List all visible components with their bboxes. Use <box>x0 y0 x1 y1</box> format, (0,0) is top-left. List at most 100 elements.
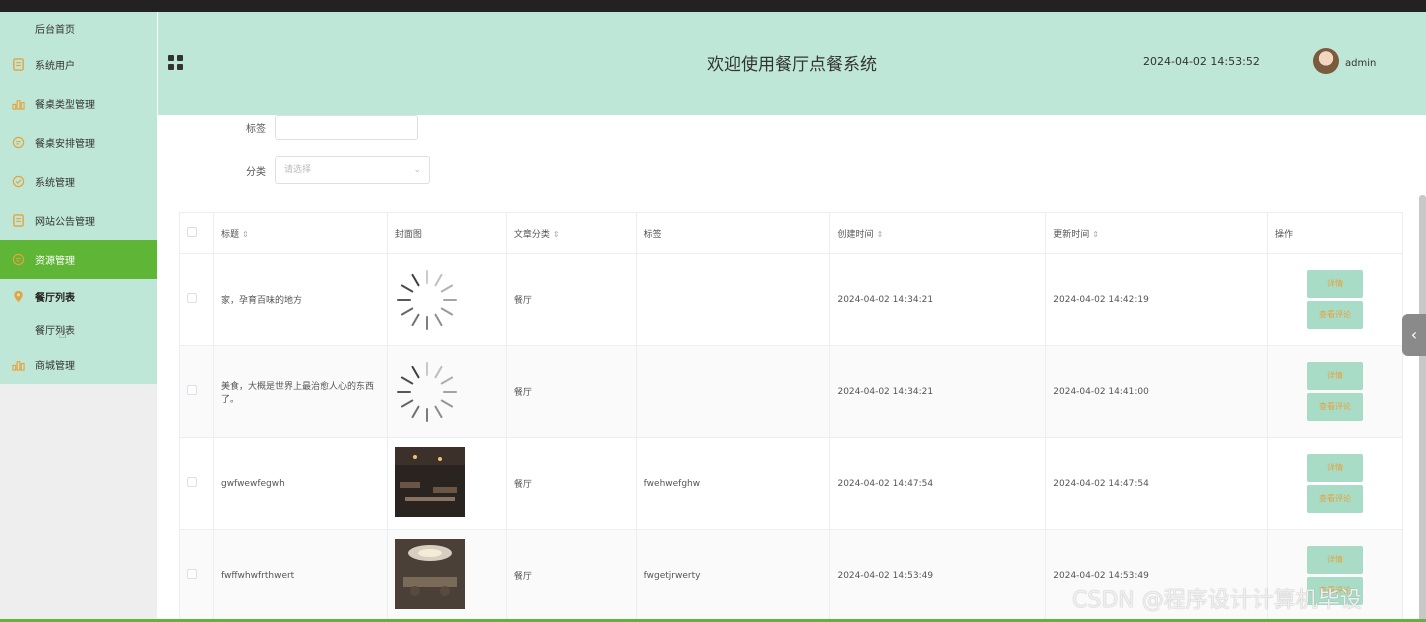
sidebar-item-table-types[interactable]: 餐桌类型管理 <box>0 84 157 123</box>
sidebar-item-label: 后台首页 <box>35 25 75 36</box>
col-header-tag: 标签 <box>635 212 831 254</box>
row-checkbox[interactable] <box>187 385 197 395</box>
cell-updated: 2024-04-02 14:41:00 <box>1045 345 1269 438</box>
loading-spinner-icon <box>395 268 459 332</box>
sidebar-item-label: 系统管理 <box>35 178 75 189</box>
sidebar-item-resources[interactable]: 资源管理 <box>0 240 157 279</box>
sidebar-item-label: 餐桌安排管理 <box>35 139 95 150</box>
cell-updated: 2024-04-02 14:42:19 <box>1045 253 1269 346</box>
cell-cover <box>386 529 507 622</box>
sidebar-item-label: 餐厅列表 <box>35 326 75 337</box>
detail-button[interactable]: 详情 <box>1307 362 1364 390</box>
sort-icon[interactable]: ⇕ <box>1092 230 1099 239</box>
col-header-updated[interactable]: 更新时间 ⇕ <box>1045 212 1269 254</box>
header: 欢迎使用餐厅点餐系统 2024-04-02 14:53:52 admin <box>158 12 1426 115</box>
select-all-checkbox[interactable] <box>187 226 197 237</box>
cover-image <box>394 539 465 609</box>
cell-category: 餐厅 <box>505 529 637 622</box>
sidebar-item-announcements[interactable]: 网站公告管理 <box>0 201 157 240</box>
chevron-down-icon: ⌄ <box>413 165 421 175</box>
row-checkbox[interactable] <box>187 569 197 579</box>
cell-tag <box>635 253 831 346</box>
cell-created: 2024-04-02 14:34:21 <box>829 253 1047 346</box>
check-circle-icon <box>11 175 25 189</box>
row-checkbox[interactable] <box>187 477 197 487</box>
bar-chart-icon <box>11 358 25 372</box>
main-content: 标签 分类 请选择 ⌄ 标题 ⇕ 封面图 文章分类 ⇕ 标签 创建时间 ⇕ 更新时间 ⇕… <box>163 115 1413 622</box>
bar-chart-icon <box>11 97 25 111</box>
loading-spinner-icon <box>395 360 459 424</box>
cell-category: 餐厅 <box>505 437 637 530</box>
cell-title: 家，孕育百味的地方 <box>212 253 388 346</box>
view-comments-button[interactable]: 查看评论 <box>1307 485 1364 513</box>
chevron-left-icon[interactable]: ‹ <box>1402 314 1426 356</box>
col-header-title[interactable]: 标题 ⇕ <box>212 212 388 254</box>
document-icon <box>11 58 25 72</box>
sort-icon[interactable]: ⇕ <box>553 230 560 239</box>
cell-title: gwfwewfegwh <box>212 437 388 530</box>
table-row: 家，孕育百味的地方 餐厅 2024-04-02 14:34:21 2024-04… <box>179 253 1403 346</box>
cell-actions: 详情 查看评论 <box>1267 437 1403 530</box>
select-all-cell[interactable] <box>179 212 214 254</box>
row-checkbox[interactable] <box>187 293 197 303</box>
view-comments-button[interactable]: 查看评论 <box>1307 301 1364 329</box>
top-strip <box>0 0 1426 12</box>
sidebar-menu: 后台首页 系统用户 餐桌类型管理 餐桌安排管理 系统管理 网站公告管理 资源管理 <box>0 12 157 384</box>
sidebar-item-label: 商城管理 <box>35 361 75 372</box>
cell-tag: fwgetjrwerty <box>635 529 831 622</box>
scrollbar[interactable] <box>1419 195 1426 622</box>
cell-cover <box>386 253 507 346</box>
col-header-cover: 封面图 <box>386 212 507 254</box>
cell-tag <box>635 345 831 438</box>
detail-button[interactable]: 详情 <box>1307 454 1364 482</box>
sort-icon[interactable]: ⇕ <box>877 230 884 239</box>
avatar[interactable] <box>1313 48 1339 74</box>
username[interactable]: admin <box>1345 58 1376 69</box>
chat-icon <box>11 253 25 267</box>
tag-filter-label: 标签 <box>246 124 266 135</box>
table-header-row: 标题 ⇕ 封面图 文章分类 ⇕ 标签 创建时间 ⇕ 更新时间 ⇕ 操作 <box>179 212 1403 254</box>
cover-image <box>394 447 465 517</box>
sidebar-item-mall-management[interactable]: 商城管理 <box>0 345 157 384</box>
cell-cover <box>386 437 507 530</box>
detail-button[interactable]: 详情 <box>1307 270 1364 298</box>
sidebar-item-home[interactable]: 后台首页 <box>0 12 157 45</box>
col-header-actions: 操作 <box>1267 212 1403 254</box>
table-row: 美食，大概是世界上最治愈人心的东西了。 餐厅 2024-04-02 14:34:… <box>179 345 1403 438</box>
sidebar-item-label: 餐厅列表 <box>35 293 75 304</box>
cell-category: 餐厅 <box>505 253 637 346</box>
cell-created: 2024-04-02 14:53:49 <box>829 529 1047 622</box>
hand-cursor-icon: ☝ <box>58 326 67 342</box>
cell-actions: 详情 查看评论 <box>1267 345 1403 438</box>
watermark: CSDN @程序设计计算机毕设 <box>1072 588 1362 613</box>
table-row: gwfwewfegwh 餐厅 fwehwefghw 2024-04-02 14:… <box>179 437 1403 530</box>
sidebar-item-label: 系统用户 <box>35 61 75 72</box>
cell-category: 餐厅 <box>505 345 637 438</box>
sidebar-item-table-arrangement[interactable]: 餐桌安排管理 <box>0 123 157 162</box>
sidebar-subitem-restaurant-list[interactable]: 餐厅列表 <box>0 314 157 345</box>
category-filter-label: 分类 <box>246 167 266 178</box>
sidebar-item-label: 资源管理 <box>35 256 75 267</box>
sidebar-item-label: 网站公告管理 <box>35 217 95 228</box>
view-comments-button[interactable]: 查看评论 <box>1307 393 1364 421</box>
cell-actions: 详情 查看评论 <box>1267 253 1403 346</box>
category-select[interactable]: 请选择 ⌄ <box>275 156 430 184</box>
header-datetime: 2024-04-02 14:53:52 <box>1143 55 1260 68</box>
col-header-created[interactable]: 创建时间 ⇕ <box>829 212 1047 254</box>
sidebar-item-system-management[interactable]: 系统管理 <box>0 162 157 201</box>
cell-updated: 2024-04-02 14:47:54 <box>1045 437 1269 530</box>
chat-icon <box>11 136 25 150</box>
data-table: 标题 ⇕ 封面图 文章分类 ⇕ 标签 创建时间 ⇕ 更新时间 ⇕ 操作 家，孕育百味的地… <box>179 212 1403 622</box>
sidebar-item-system-users[interactable]: 系统用户 <box>0 45 157 84</box>
tag-filter-input[interactable] <box>275 115 418 140</box>
sort-icon[interactable]: ⇕ <box>242 230 249 239</box>
sidebar-item-restaurant-list-group[interactable]: 餐厅列表 <box>0 279 157 314</box>
col-header-category[interactable]: 文章分类 ⇕ <box>505 212 637 254</box>
cell-created: 2024-04-02 14:34:21 <box>829 345 1047 438</box>
location-pin-icon <box>11 290 25 304</box>
cell-created: 2024-04-02 14:47:54 <box>829 437 1047 530</box>
category-select-placeholder: 请选择 <box>284 165 312 175</box>
sidebar-item-label: 餐桌类型管理 <box>35 100 95 111</box>
detail-button[interactable]: 详情 <box>1307 546 1364 574</box>
cell-title: 美食，大概是世界上最治愈人心的东西了。 <box>212 345 388 438</box>
